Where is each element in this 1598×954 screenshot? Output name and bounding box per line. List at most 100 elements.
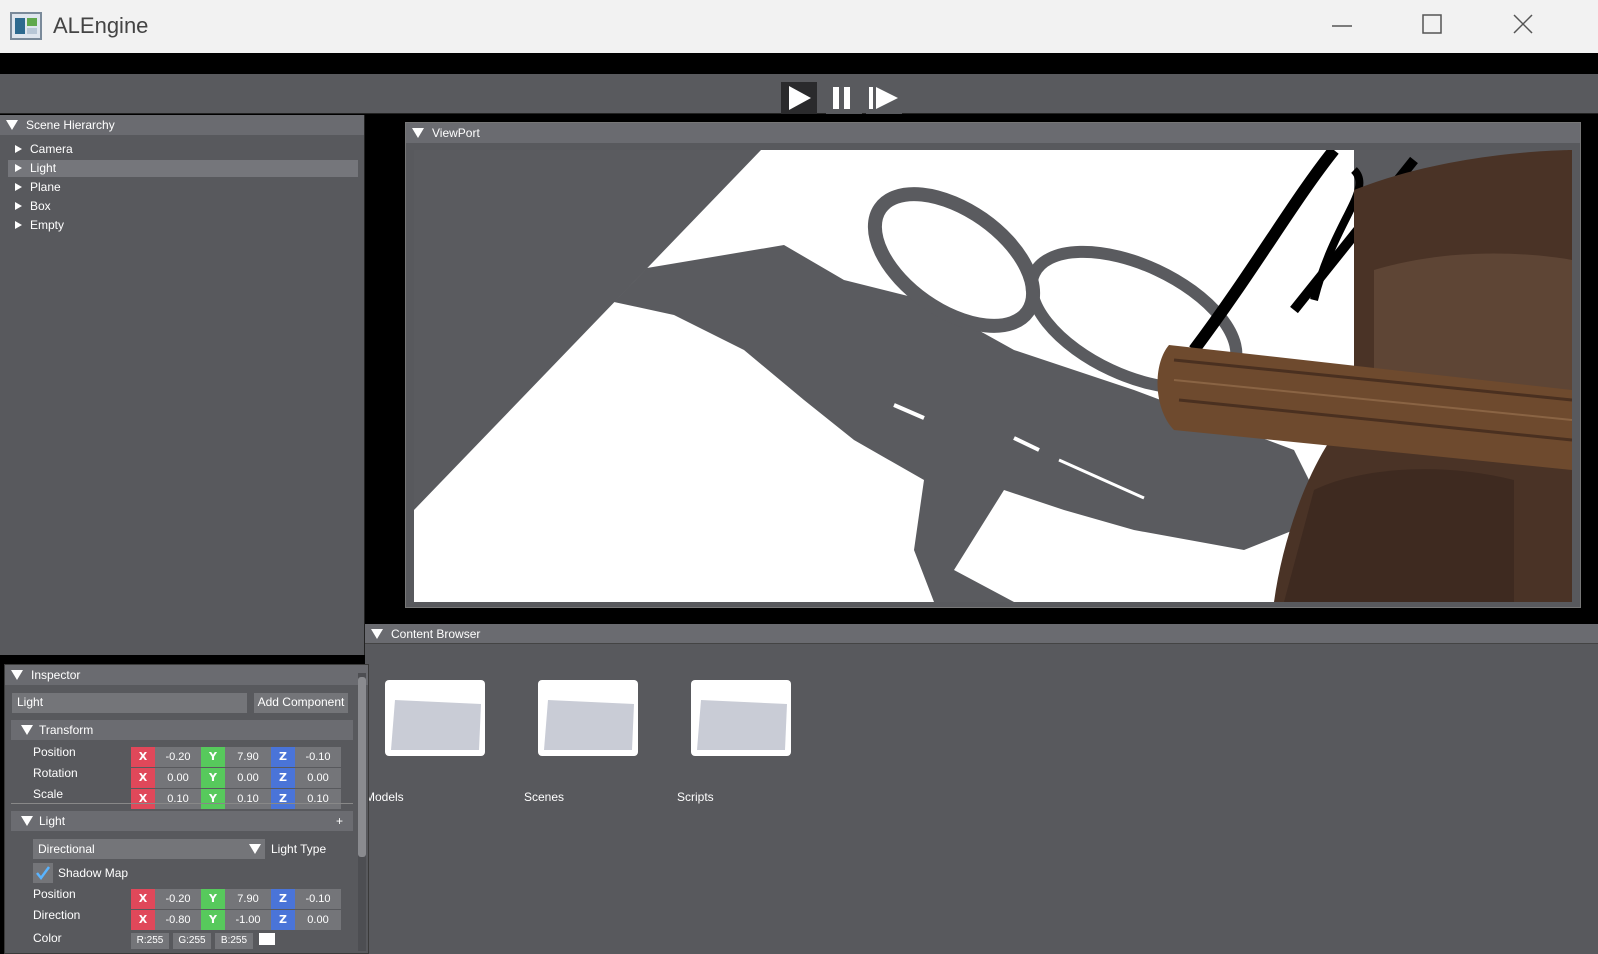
light-color-g[interactable]: G:255 (173, 933, 211, 949)
transform-rotation-y[interactable]: 0.00 (225, 768, 271, 788)
play-button[interactable] (781, 82, 817, 114)
axis-z-badge: Z (271, 768, 295, 788)
axis-x-badge: X (131, 768, 155, 788)
light-direction-y[interactable]: -1.00 (225, 910, 271, 930)
hierarchy-item-label: Box (30, 199, 51, 213)
add-component-button[interactable]: Add Component (254, 693, 348, 713)
light-position-y[interactable]: 7.90 (225, 889, 271, 909)
add-light-property-button[interactable]: + (336, 811, 343, 831)
folder-models[interactable] (385, 680, 485, 760)
inspector-header[interactable]: Inspector (5, 665, 368, 685)
scene-hierarchy-header[interactable]: Scene Hierarchy (0, 115, 364, 135)
light-title: Light (39, 814, 66, 828)
folder-label-models: Models (365, 790, 404, 804)
transform-position-y[interactable]: 7.90 (225, 747, 271, 767)
collapse-triangle-icon (21, 725, 33, 735)
transform-scale-label: Scale (33, 787, 64, 801)
folder-label-scenes: Scenes (524, 790, 565, 804)
checkmark-icon (36, 866, 51, 881)
shadow-map-label: Shadow Map (58, 866, 129, 880)
axis-x-badge: X (131, 789, 155, 809)
play-icon (789, 86, 811, 110)
transform-position-x[interactable]: -0.20 (155, 747, 201, 767)
collapse-triangle-icon (6, 120, 18, 130)
folder-icon (385, 680, 485, 756)
light-color-b[interactable]: B:255 (215, 933, 253, 949)
light-type-value: Directional (38, 842, 95, 856)
light-direction-z[interactable]: 0.00 (295, 910, 341, 930)
pause-icon (833, 87, 850, 109)
hierarchy-item-box[interactable]: Box (8, 198, 358, 215)
transform-section-header[interactable]: Transform (11, 720, 353, 740)
light-position-z[interactable]: -0.10 (295, 889, 341, 909)
axis-y-badge: Y (201, 910, 225, 930)
close-button[interactable] (1506, 0, 1596, 53)
axis-z-badge: Z (271, 910, 295, 930)
inspector-scrollbar-thumb[interactable] (358, 677, 366, 857)
hierarchy-item-empty[interactable]: Empty (8, 217, 358, 234)
transform-title: Transform (39, 723, 94, 737)
light-direction-x[interactable]: -0.80 (155, 910, 201, 930)
step-forward-icon (869, 87, 898, 109)
collapse-triangle-icon (21, 816, 33, 826)
light-position-x[interactable]: -0.20 (155, 889, 201, 909)
hierarchy-item-light[interactable]: Light (8, 160, 358, 177)
axis-y-badge: Y (201, 768, 225, 788)
scene-hierarchy-title: Scene Hierarchy (26, 118, 115, 132)
light-position-label: Position (33, 887, 76, 901)
content-browser-title: Content Browser (391, 627, 481, 641)
light-color-r[interactable]: R:255 (131, 933, 169, 949)
shadow-map-checkbox[interactable] (33, 863, 53, 883)
expand-arrow-icon (15, 202, 22, 210)
folder-scripts[interactable] (691, 680, 791, 760)
light-type-label: Light Type (271, 842, 327, 856)
pause-button[interactable] (826, 82, 862, 114)
window-title: ALEngine (53, 13, 149, 38)
entity-name-input[interactable]: Light (12, 693, 247, 713)
step-forward-button[interactable] (866, 82, 902, 114)
minimize-icon (1332, 25, 1352, 27)
app-icon (10, 12, 42, 40)
maximize-icon (1422, 14, 1442, 34)
transform-scale-y[interactable]: 0.10 (225, 789, 271, 809)
transform-rotation-z[interactable]: 0.00 (295, 768, 341, 788)
transform-scale-x[interactable]: 0.10 (155, 789, 201, 809)
transform-scale-z[interactable]: 0.10 (295, 789, 341, 809)
axis-x-badge: X (131, 889, 155, 909)
light-color-label: Color (33, 931, 62, 945)
content-browser-panel: Content Browser Models Scenes Scripts (365, 624, 1598, 954)
folder-icon (538, 680, 638, 756)
scene-render-canvas[interactable] (414, 150, 1572, 602)
axis-z-badge: Z (271, 747, 295, 767)
transform-position-z[interactable]: -0.10 (295, 747, 341, 767)
transform-rotation-label: Rotation (33, 766, 78, 780)
maximize-button[interactable] (1413, 0, 1503, 53)
minimize-button[interactable] (1322, 0, 1412, 53)
light-type-select[interactable]: Directional (33, 839, 265, 859)
light-color-swatch[interactable] (259, 933, 275, 945)
collapse-triangle-icon (371, 629, 383, 639)
hierarchy-item-camera[interactable]: Camera (8, 141, 358, 158)
hierarchy-item-label: Camera (30, 142, 73, 156)
expand-arrow-icon (15, 145, 22, 153)
transform-rotation-x[interactable]: 0.00 (155, 768, 201, 788)
viewport-panel: ViewPort (405, 122, 1581, 608)
axis-y-badge: Y (201, 747, 225, 767)
folder-scenes[interactable] (538, 680, 638, 760)
viewport-header[interactable]: ViewPort (406, 123, 1580, 143)
section-divider (11, 803, 353, 804)
expand-arrow-icon (15, 221, 22, 229)
scene-render (414, 150, 1572, 602)
close-icon (1513, 14, 1533, 34)
light-direction-label: Direction (33, 908, 81, 922)
light-section-header[interactable]: Light + (11, 811, 353, 831)
collapse-triangle-icon (11, 670, 23, 680)
playback-toolbar (0, 74, 1598, 114)
hierarchy-item-plane[interactable]: Plane (8, 179, 358, 196)
content-browser-header[interactable]: Content Browser (365, 624, 1598, 644)
expand-arrow-icon (15, 183, 22, 191)
transform-position-label: Position (33, 745, 76, 759)
hierarchy-item-label: Light (30, 161, 57, 175)
scene-hierarchy-panel: Scene Hierarchy Camera Light Plane Box E… (0, 115, 365, 655)
viewport-title: ViewPort (432, 126, 480, 140)
